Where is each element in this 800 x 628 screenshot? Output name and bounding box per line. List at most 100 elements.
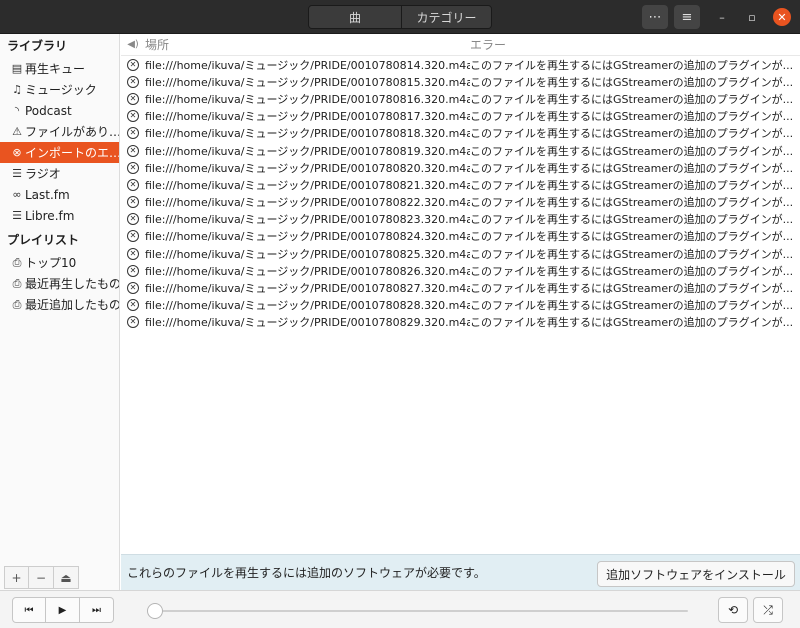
row-error: このファイルを再生するにはGStreamerの追加のプラグインが... [470, 75, 794, 89]
table-row[interactable]: ✕ file:///home/ikuva/ミュージック/PRIDE/0010780… [121, 314, 800, 331]
music-note-icon: ♫ [12, 83, 22, 96]
row-location: file:///home/ikuva/ミュージック/PRIDE/00107808… [145, 264, 470, 278]
sidebar: ライブラリ ▤ 再生キュー ♫ ミュージック ◝ Podcast ⚠ ファイルが… [0, 34, 120, 590]
sidebar-item-label: 最近追加したもの [25, 298, 119, 312]
table-row[interactable]: ✕ file:///home/ikuva/ミュージック/PRIDE/0010780… [121, 262, 800, 279]
error-circle-icon: ✕ [127, 58, 139, 71]
minimize-button[interactable]: – [713, 8, 731, 26]
sidebar-item-label: ラジオ [25, 167, 61, 181]
speaker-icon: ◀) [127, 39, 139, 50]
row-location: file:///home/ikuva/ミュージック/PRIDE/00107808… [145, 196, 470, 210]
maximize-icon: ▫ [748, 10, 756, 24]
play-icon: ▶ [58, 604, 67, 616]
row-status-cell: ✕ [121, 213, 145, 226]
sidebar-item-recently-added[interactable]: ⎙ 最近追加したもの [0, 294, 119, 315]
row-location: file:///home/ikuva/ミュージック/PRIDE/00107808… [145, 161, 470, 175]
error-circle-icon: ✕ [127, 264, 139, 277]
add-playlist-button[interactable]: + [4, 566, 29, 589]
table-row[interactable]: ✕ file:///home/ikuva/ミュージック/PRIDE/0010780… [121, 142, 800, 159]
sidebar-item-play-queue[interactable]: ▤ 再生キュー [0, 58, 119, 79]
close-button[interactable]: ✕ [773, 8, 791, 26]
document-icon: ▤ [11, 62, 23, 75]
table-row[interactable]: ✕ file:///home/ikuva/ミュージック/PRIDE/0010780… [121, 73, 800, 90]
main-menu-button[interactable]: ≡ [674, 5, 700, 29]
radio-icon: ☰ [12, 167, 22, 180]
tab-songs[interactable]: 曲 [309, 6, 401, 28]
row-status-cell: ✕ [121, 92, 145, 105]
error-circle-icon: ✕ [127, 247, 139, 260]
row-error: このファイルを再生するにはGStreamerの追加のプラグインが... [470, 213, 794, 227]
minimize-icon: – [719, 10, 725, 24]
previous-button[interactable]: ⏮ [12, 597, 46, 623]
table-row[interactable]: ✕ file:///home/ikuva/ミュージック/PRIDE/0010780… [121, 194, 800, 211]
row-status-cell: ✕ [121, 196, 145, 209]
warning-icon: ⚠ [12, 125, 22, 138]
import-errors-table: ◀) 場所 エラー ✕ file:///home/ikuva/ミュージック/PRI… [121, 34, 800, 554]
row-status-cell: ✕ [121, 230, 145, 243]
eject-button[interactable]: ⏏ [54, 566, 79, 589]
sidebar-item-missing-files[interactable]: ⚠ ファイルがあり… [0, 121, 119, 142]
sidebar-item-librefm[interactable]: ☰ Libre.fm [0, 205, 119, 226]
sidebar-item-label: トップ10 [25, 256, 77, 270]
table-row[interactable]: ✕ file:///home/ikuva/ミュージック/PRIDE/0010780… [121, 125, 800, 142]
row-status-cell: ✕ [121, 282, 145, 295]
table-row[interactable]: ✕ file:///home/ikuva/ミュージック/PRIDE/0010780… [121, 245, 800, 262]
next-button[interactable]: ⏭ [80, 597, 114, 623]
column-error-header[interactable]: エラー [470, 36, 800, 53]
sidebar-item-lastfm[interactable]: ∞ Last.fm [0, 184, 119, 205]
row-error: このファイルを再生するにはGStreamerの追加のプラグインが... [470, 92, 794, 106]
maximize-button[interactable]: ▫ [743, 8, 761, 26]
table-row[interactable]: ✕ file:///home/ikuva/ミュージック/PRIDE/0010780… [121, 56, 800, 73]
column-status-header[interactable]: ◀) [121, 39, 145, 50]
row-location: file:///home/ikuva/ミュージック/PRIDE/00107808… [145, 144, 470, 158]
sidebar-item-radio[interactable]: ☰ ラジオ [0, 163, 119, 184]
table-row[interactable]: ✕ file:///home/ikuva/ミュージック/PRIDE/0010780… [121, 279, 800, 296]
table-row[interactable]: ✕ file:///home/ikuva/ミュージック/PRIDE/0010780… [121, 228, 800, 245]
table-row[interactable]: ✕ file:///home/ikuva/ミュージック/PRIDE/0010780… [121, 176, 800, 193]
sidebar-item-music[interactable]: ♫ ミュージック [0, 79, 119, 100]
table-row[interactable]: ✕ file:///home/ikuva/ミュージック/PRIDE/0010780… [121, 159, 800, 176]
sidebar-item-recently-played[interactable]: ⎙ 最近再生したもの [0, 273, 119, 294]
error-circle-icon: ✕ [127, 230, 139, 243]
sidebar-toolbar: + − ⏏ [0, 564, 120, 590]
row-location: file:///home/ikuva/ミュージック/PRIDE/00107808… [145, 127, 470, 141]
row-status-cell: ✕ [121, 75, 145, 88]
row-error: このファイルを再生するにはGStreamerの追加のプラグインが... [470, 161, 794, 175]
missing-plugins-infobar: これらのファイルを再生するには追加のソフトウェアが必要です。 追加ソフトウェアを… [121, 554, 800, 590]
playlist-heading: プレイリスト [7, 233, 80, 247]
row-location: file:///home/ikuva/ミュージック/PRIDE/00107808… [145, 58, 470, 72]
row-status-cell: ✕ [121, 247, 145, 260]
tab-categories[interactable]: カテゴリー [401, 6, 491, 28]
row-error: このファイルを再生するにはGStreamerの追加のプラグインが... [470, 127, 794, 141]
sidebar-item-label: ファイルがあり… [25, 125, 119, 139]
sidebar-item-import-errors[interactable]: ⊗ インポートのエ… [0, 142, 119, 163]
sidebar-item-podcast[interactable]: ◝ Podcast [0, 100, 119, 121]
repeat-button[interactable]: ⟲ [718, 597, 748, 623]
table-row[interactable]: ✕ file:///home/ikuva/ミュージック/PRIDE/0010780… [121, 211, 800, 228]
sidebar-item-top10[interactable]: ⎙ トップ10 [0, 252, 119, 273]
lastfm-icon: ∞ [12, 188, 22, 201]
column-location-header[interactable]: 場所 [145, 36, 470, 53]
shuffle-button[interactable]: ⤮ [753, 597, 783, 623]
error-circle-icon: ✕ [127, 144, 139, 157]
table-row[interactable]: ✕ file:///home/ikuva/ミュージック/PRIDE/0010780… [121, 108, 800, 125]
row-status-cell: ✕ [121, 264, 145, 277]
row-status-cell: ✕ [121, 299, 145, 312]
row-location: file:///home/ikuva/ミュージック/PRIDE/00107808… [145, 92, 470, 106]
error-circle-icon: ✕ [127, 282, 139, 295]
play-button[interactable]: ▶ [46, 597, 80, 623]
seek-handle[interactable] [147, 603, 163, 619]
more-options-button[interactable]: ⋯ [642, 5, 668, 29]
table-row[interactable]: ✕ file:///home/ikuva/ミュージック/PRIDE/0010780… [121, 297, 800, 314]
remove-playlist-button[interactable]: − [29, 566, 54, 589]
install-software-button[interactable]: 追加ソフトウェアをインストール [597, 561, 795, 587]
row-error: このファイルを再生するにはGStreamerの追加のプラグインが... [470, 110, 794, 124]
rss-icon: ◝ [14, 104, 20, 117]
playback-controls: ⏮ ▶ ⏭ [12, 597, 114, 623]
table-row[interactable]: ✕ file:///home/ikuva/ミュージック/PRIDE/0010780… [121, 90, 800, 107]
sidebar-item-label: 再生キュー [25, 62, 86, 76]
row-location: file:///home/ikuva/ミュージック/PRIDE/00107808… [145, 299, 470, 313]
row-status-cell: ✕ [121, 127, 145, 140]
seek-bar[interactable] [148, 610, 688, 612]
sidebar-item-label: インポートのエ… [25, 146, 119, 160]
